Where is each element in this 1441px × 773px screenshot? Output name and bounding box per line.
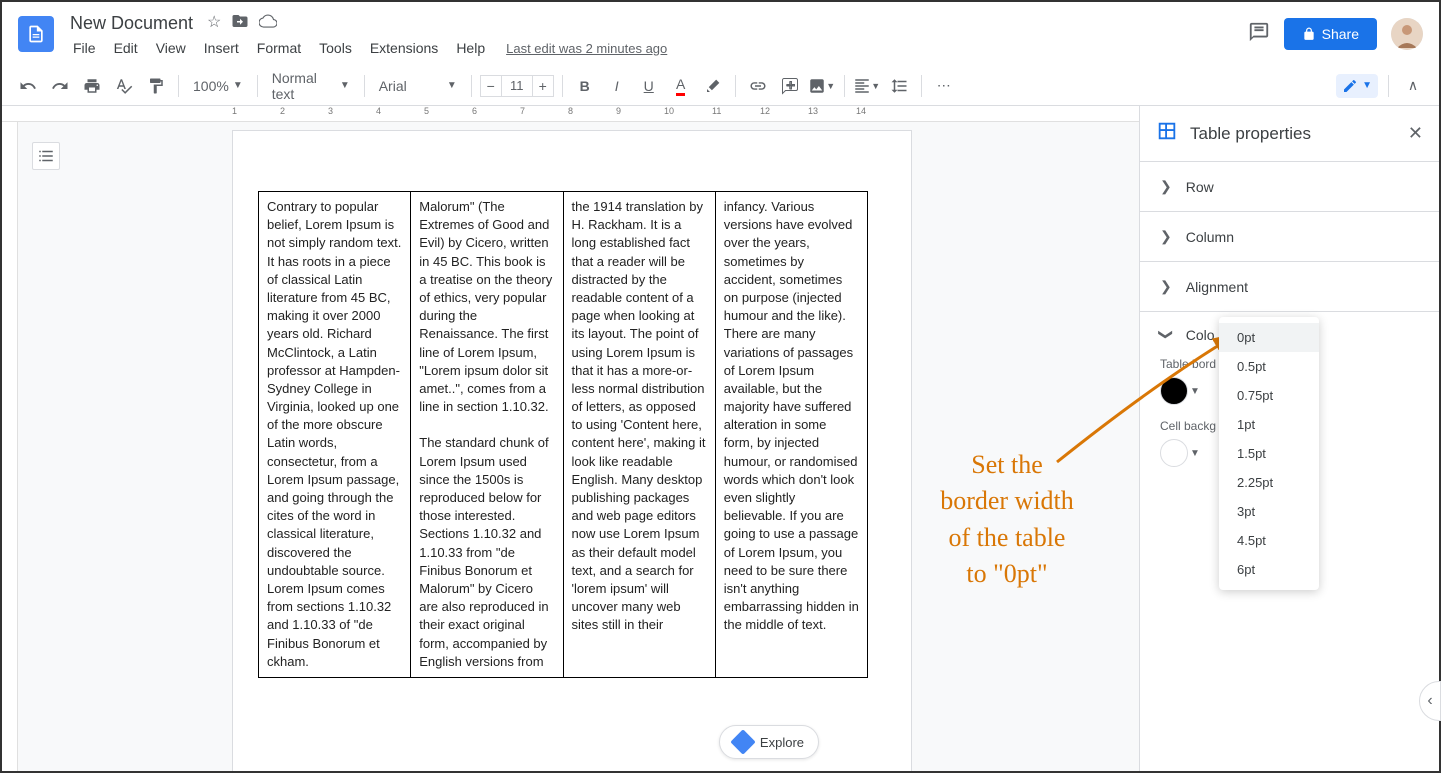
table-cell-1[interactable]: Contrary to popular belief, Lorem Ipsum … bbox=[259, 192, 411, 678]
dropdown-option-1pt[interactable]: 1pt bbox=[1219, 410, 1319, 439]
sidebar-section-row[interactable]: ❯ Row bbox=[1140, 161, 1439, 211]
border-width-dropdown: 0pt 0.5pt 0.75pt 1pt 1.5pt 2.25pt 3pt 4.… bbox=[1219, 317, 1319, 590]
last-edit-link[interactable]: Last edit was 2 minutes ago bbox=[506, 41, 667, 56]
menu-view[interactable]: View bbox=[149, 38, 193, 58]
sidebar-section-column[interactable]: ❯ Column bbox=[1140, 211, 1439, 261]
content-table[interactable]: Contrary to popular belief, Lorem Ipsum … bbox=[258, 191, 868, 678]
sidebar-section-alignment[interactable]: ❯ Alignment bbox=[1140, 261, 1439, 311]
menu-file[interactable]: File bbox=[66, 38, 103, 58]
share-button[interactable]: Share bbox=[1284, 18, 1377, 50]
chevron-right-icon: ❯ bbox=[1160, 278, 1172, 295]
section-label-column: Column bbox=[1186, 229, 1234, 245]
section-label-alignment: Alignment bbox=[1186, 279, 1248, 295]
share-button-label: Share bbox=[1322, 26, 1359, 42]
font-size-input[interactable]: 11 bbox=[502, 75, 532, 97]
collapse-toolbar-button[interactable]: ∧ bbox=[1399, 72, 1427, 100]
toolbar: 100% ▼ Normal text ▼ Arial ▼ − 11 + B I … bbox=[2, 66, 1439, 106]
font-value: Arial bbox=[379, 78, 407, 94]
sidebar-title: Table properties bbox=[1190, 124, 1396, 144]
font-size-increase[interactable]: + bbox=[532, 75, 554, 97]
table-cell-2[interactable]: Malorum" (The Extremes of Good and Evil)… bbox=[411, 192, 563, 678]
style-value: Normal text bbox=[272, 70, 336, 102]
add-comment-button[interactable] bbox=[776, 72, 804, 100]
show-sidepanel-button[interactable]: ‹ bbox=[1419, 681, 1441, 721]
align-button[interactable]: ▼ bbox=[853, 72, 881, 100]
dropdown-option-3pt[interactable]: 3pt bbox=[1219, 497, 1319, 526]
highlight-button[interactable] bbox=[699, 72, 727, 100]
spellcheck-button[interactable] bbox=[110, 72, 138, 100]
dropdown-option-1.5pt[interactable]: 1.5pt bbox=[1219, 439, 1319, 468]
table-icon bbox=[1156, 120, 1178, 147]
menu-help[interactable]: Help bbox=[449, 38, 492, 58]
font-size-decrease[interactable]: − bbox=[480, 75, 502, 97]
cell-bg-white bbox=[1160, 439, 1188, 467]
cloud-status-icon[interactable] bbox=[259, 12, 277, 35]
dropdown-option-0.75pt[interactable]: 0.75pt bbox=[1219, 381, 1319, 410]
page: Contrary to popular belief, Lorem Ipsum … bbox=[232, 130, 912, 771]
dropdown-option-0.5pt[interactable]: 0.5pt bbox=[1219, 352, 1319, 381]
print-button[interactable] bbox=[78, 72, 106, 100]
chevron-down-icon: ❯ bbox=[1157, 329, 1174, 341]
comments-icon[interactable] bbox=[1248, 21, 1270, 48]
zoom-select[interactable]: 100% ▼ bbox=[187, 72, 249, 100]
explore-label: Explore bbox=[760, 735, 804, 750]
font-select[interactable]: Arial ▼ bbox=[373, 72, 463, 100]
italic-button[interactable]: I bbox=[603, 72, 631, 100]
horizontal-ruler[interactable]: 1234567891011121314 bbox=[2, 106, 1139, 122]
chevron-right-icon: ❯ bbox=[1160, 228, 1172, 245]
chevron-right-icon: ❯ bbox=[1160, 178, 1172, 195]
outline-toggle-button[interactable] bbox=[32, 142, 60, 170]
account-avatar[interactable] bbox=[1391, 18, 1423, 50]
star-icon[interactable]: ☆ bbox=[207, 12, 221, 35]
move-icon[interactable] bbox=[231, 12, 249, 35]
more-button[interactable]: ⋯ bbox=[930, 72, 958, 100]
docs-logo[interactable] bbox=[18, 16, 54, 52]
vertical-ruler[interactable] bbox=[2, 122, 18, 771]
table-cell-3[interactable]: the 1914 translation by H. Rackham. It i… bbox=[563, 192, 715, 678]
header-bar: New Document ☆ File Edit View Insert For… bbox=[2, 2, 1439, 66]
document-title[interactable]: New Document bbox=[66, 13, 197, 34]
dropdown-option-0pt[interactable]: 0pt bbox=[1219, 323, 1319, 352]
menu-format[interactable]: Format bbox=[250, 38, 308, 58]
table-cell-4[interactable]: infancy. Various versions have evolved o… bbox=[715, 192, 867, 678]
close-sidebar-button[interactable]: ✕ bbox=[1408, 123, 1423, 144]
style-select[interactable]: Normal text ▼ bbox=[266, 72, 356, 100]
bold-button[interactable]: B bbox=[571, 72, 599, 100]
menubar: File Edit View Insert Format Tools Exten… bbox=[66, 38, 1248, 58]
menu-edit[interactable]: Edit bbox=[107, 38, 145, 58]
menu-insert[interactable]: Insert bbox=[197, 38, 246, 58]
border-color-black bbox=[1160, 377, 1188, 405]
insert-image-button[interactable]: ▼ bbox=[808, 72, 836, 100]
dropdown-option-4.5pt[interactable]: 4.5pt bbox=[1219, 526, 1319, 555]
redo-button[interactable] bbox=[46, 72, 74, 100]
editing-mode-button[interactable]: ▼ bbox=[1336, 74, 1378, 98]
section-label-row: Row bbox=[1186, 179, 1214, 195]
undo-button[interactable] bbox=[14, 72, 42, 100]
underline-button[interactable]: U bbox=[635, 72, 663, 100]
explore-icon bbox=[730, 729, 755, 754]
section-label-color: Colo bbox=[1186, 327, 1215, 343]
line-spacing-button[interactable] bbox=[885, 72, 913, 100]
text-color-button[interactable]: A bbox=[667, 72, 695, 100]
dropdown-option-6pt[interactable]: 6pt bbox=[1219, 555, 1319, 584]
paint-format-button[interactable] bbox=[142, 72, 170, 100]
menu-tools[interactable]: Tools bbox=[312, 38, 359, 58]
document-canvas[interactable]: 1234567891011121314 Contrary to popular … bbox=[2, 106, 1139, 771]
dropdown-option-2.25pt[interactable]: 2.25pt bbox=[1219, 468, 1319, 497]
zoom-value: 100% bbox=[193, 78, 229, 94]
menu-extensions[interactable]: Extensions bbox=[363, 38, 445, 58]
insert-link-button[interactable] bbox=[744, 72, 772, 100]
explore-button[interactable]: Explore bbox=[719, 725, 819, 759]
